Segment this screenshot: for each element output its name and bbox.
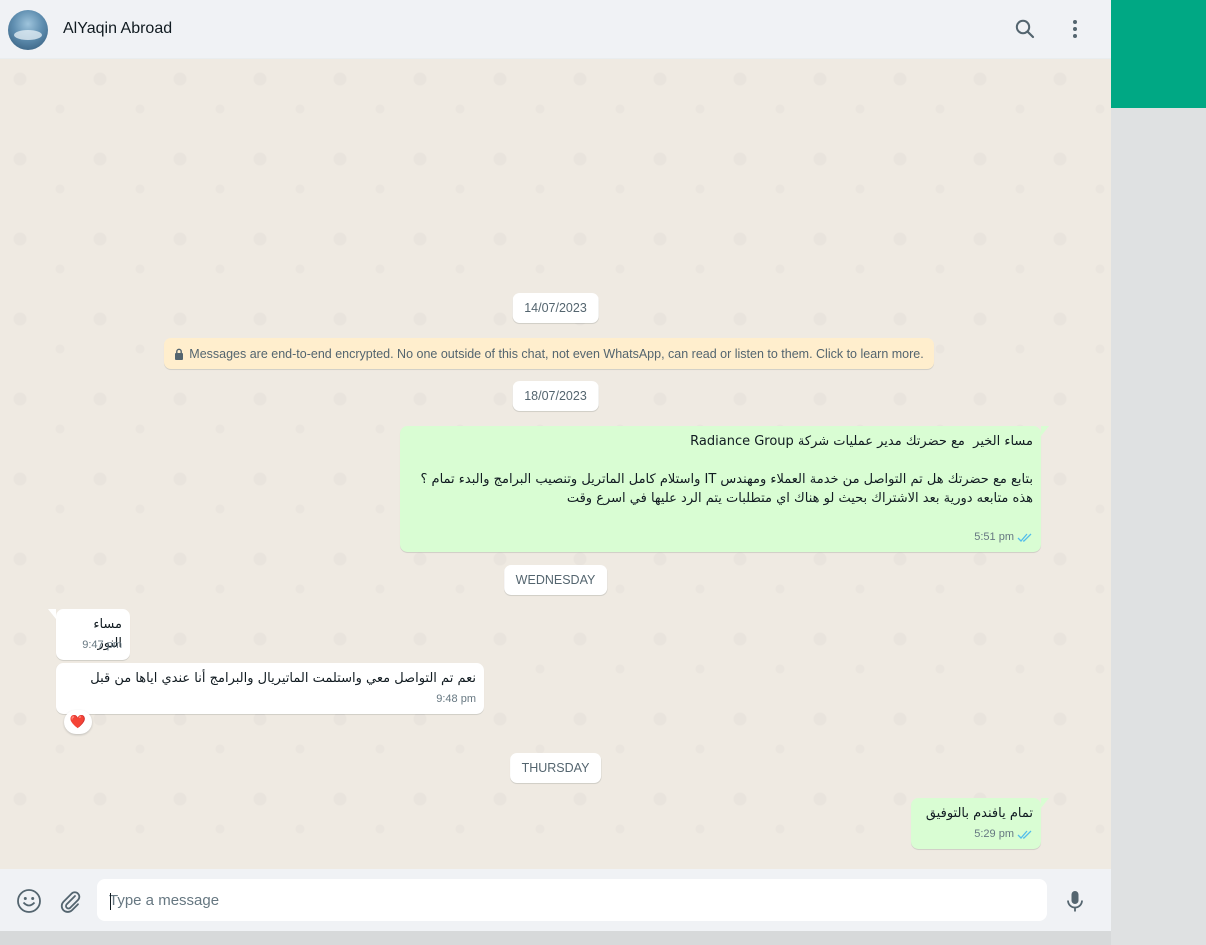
date-chip: THURSDAY	[509, 753, 602, 783]
message-text: مساء الخير مع حضرتك مدير عمليات شركة Rad…	[420, 434, 1033, 506]
compose-bar	[0, 869, 1111, 931]
message-time: 9:48 pm	[436, 693, 476, 705]
emoji-icon[interactable]	[16, 888, 42, 914]
app-background-bottom	[0, 931, 1111, 945]
bubble-tail	[1041, 798, 1049, 808]
bubble-tail	[48, 609, 56, 619]
contact-name[interactable]: AlYaqin Abroad	[63, 20, 172, 38]
whatsapp-chat-window: AlYaqin Abroad 14/07/2023 Messages are e…	[0, 0, 1111, 931]
encryption-notice-text: Messages are end-to-end encrypted. No on…	[189, 346, 924, 361]
message-time: 9:47 pm	[82, 639, 122, 651]
message-text: تمام يافندم بالتوفيق	[925, 806, 1033, 821]
app-background	[1111, 108, 1206, 945]
message-meta: 9:47 pm	[82, 636, 122, 655]
heart-reaction-icon[interactable]: ❤️	[64, 710, 92, 734]
date-chip: WEDNESDAY	[503, 565, 608, 595]
double-check-icon	[1017, 830, 1032, 839]
date-chip: 14/07/2023	[512, 293, 599, 323]
lock-icon	[175, 348, 184, 360]
menu-icon[interactable]	[1063, 17, 1087, 41]
message-incoming[interactable]: نعم تم التواصل معي واستلمت الماتيريال وا…	[56, 663, 484, 714]
text-caret	[110, 893, 111, 910]
mic-icon[interactable]	[1062, 888, 1088, 914]
message-text: نعم تم التواصل معي واستلمت الماتيريال وا…	[90, 671, 476, 686]
date-chip: 18/07/2023	[512, 381, 599, 411]
message-list[interactable]: 14/07/2023 Messages are end-to-end encry…	[0, 59, 1111, 869]
double-check-icon	[1017, 533, 1032, 542]
message-meta: 5:51 pm	[974, 528, 1033, 547]
reaction-emoji: ❤️	[69, 714, 87, 729]
app-background-accent	[1111, 0, 1206, 108]
message-meta: 5:29 pm	[974, 825, 1033, 844]
search-icon[interactable]	[1013, 17, 1037, 41]
avatar[interactable]	[8, 10, 48, 50]
message-time: 5:51 pm	[974, 531, 1014, 543]
message-outgoing[interactable]: تمام يافندم بالتوفيق 5:29 pm	[911, 798, 1049, 849]
message-meta: 9:48 pm	[436, 690, 476, 709]
message-input[interactable]	[97, 879, 1047, 921]
chat-header: AlYaqin Abroad	[0, 0, 1111, 59]
message-outgoing[interactable]: مساء الخير مع حضرتك مدير عمليات شركة Rad…	[400, 426, 1049, 552]
bubble-tail	[1041, 426, 1049, 436]
attach-icon[interactable]	[57, 888, 83, 914]
encryption-notice[interactable]: Messages are end-to-end encrypted. No on…	[164, 338, 934, 369]
message-incoming[interactable]: مساء النور 9:47 pm	[48, 609, 130, 660]
message-time: 5:29 pm	[974, 828, 1014, 840]
